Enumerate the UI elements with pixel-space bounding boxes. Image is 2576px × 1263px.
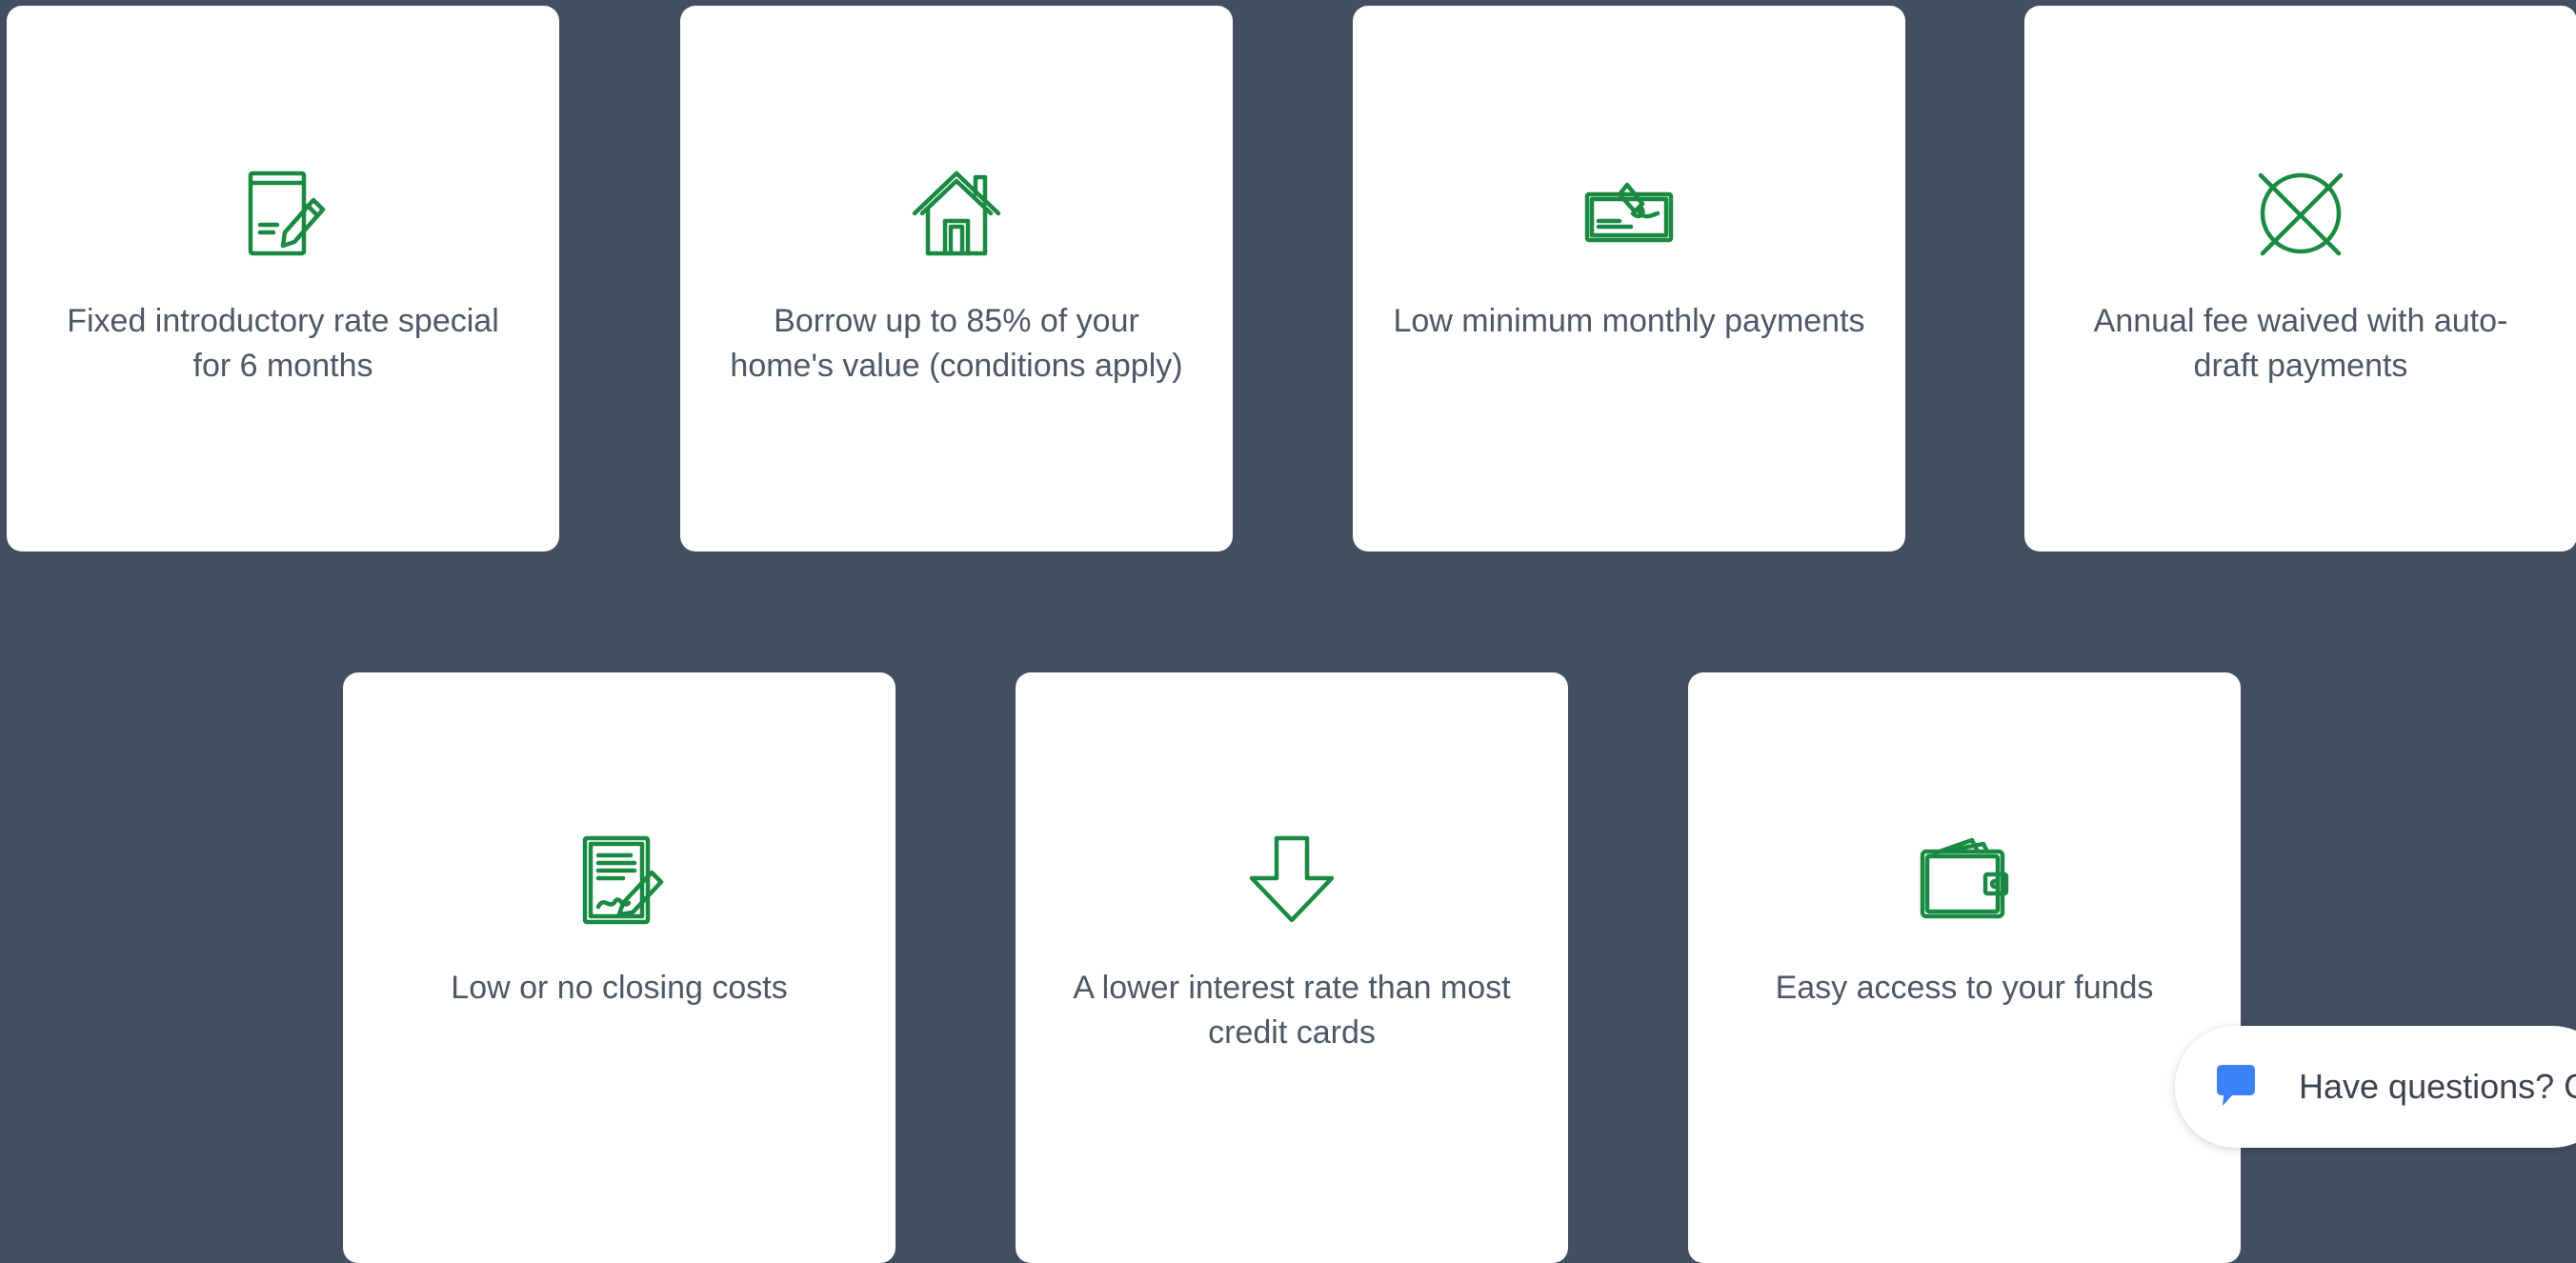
feature-card-lower-rate: A lower interest rate than most credit c… <box>1016 672 1568 1263</box>
feature-label: Annual fee waived with auto-draft paymen… <box>2093 303 2508 384</box>
feature-card-intro-rate: Fixed introductory rate special for 6 mo… <box>7 6 559 551</box>
feature-label: Borrow up to 85% of your home's value (c… <box>730 303 1183 384</box>
signed-document-icon <box>343 832 896 928</box>
down-arrow-icon <box>1016 832 1568 928</box>
wallet-icon <box>1688 832 2241 928</box>
feature-label: A lower interest rate than most credit c… <box>1073 970 1511 1051</box>
circle-x-icon <box>2024 166 2576 261</box>
feature-card-borrow: Borrow up to 85% of your home's value (c… <box>680 6 1233 551</box>
house-icon <box>680 166 1233 261</box>
feature-label: Easy access to your funds <box>1775 970 2154 1006</box>
chat-bubble-icon <box>2217 1065 2255 1106</box>
feature-card-min-payments: Low minimum monthly payments <box>1353 6 1905 551</box>
document-pencil-icon <box>7 166 559 261</box>
check-signature-icon <box>1353 166 1905 261</box>
feature-card-easy-access: Easy access to your funds <box>1688 672 2241 1263</box>
feature-card-annual-fee: Annual fee waived with auto-draft paymen… <box>2024 6 2576 551</box>
feature-label: Low minimum monthly payments <box>1393 303 1865 339</box>
chat-widget-button[interactable]: Have questions? C <box>2175 1026 2576 1148</box>
feature-label: Low or no closing costs <box>451 970 788 1006</box>
feature-card-closing-costs: Low or no closing costs <box>343 672 896 1263</box>
chat-text: Have questions? C <box>2299 1067 2576 1106</box>
feature-label: Fixed introductory rate special for 6 mo… <box>67 303 499 384</box>
